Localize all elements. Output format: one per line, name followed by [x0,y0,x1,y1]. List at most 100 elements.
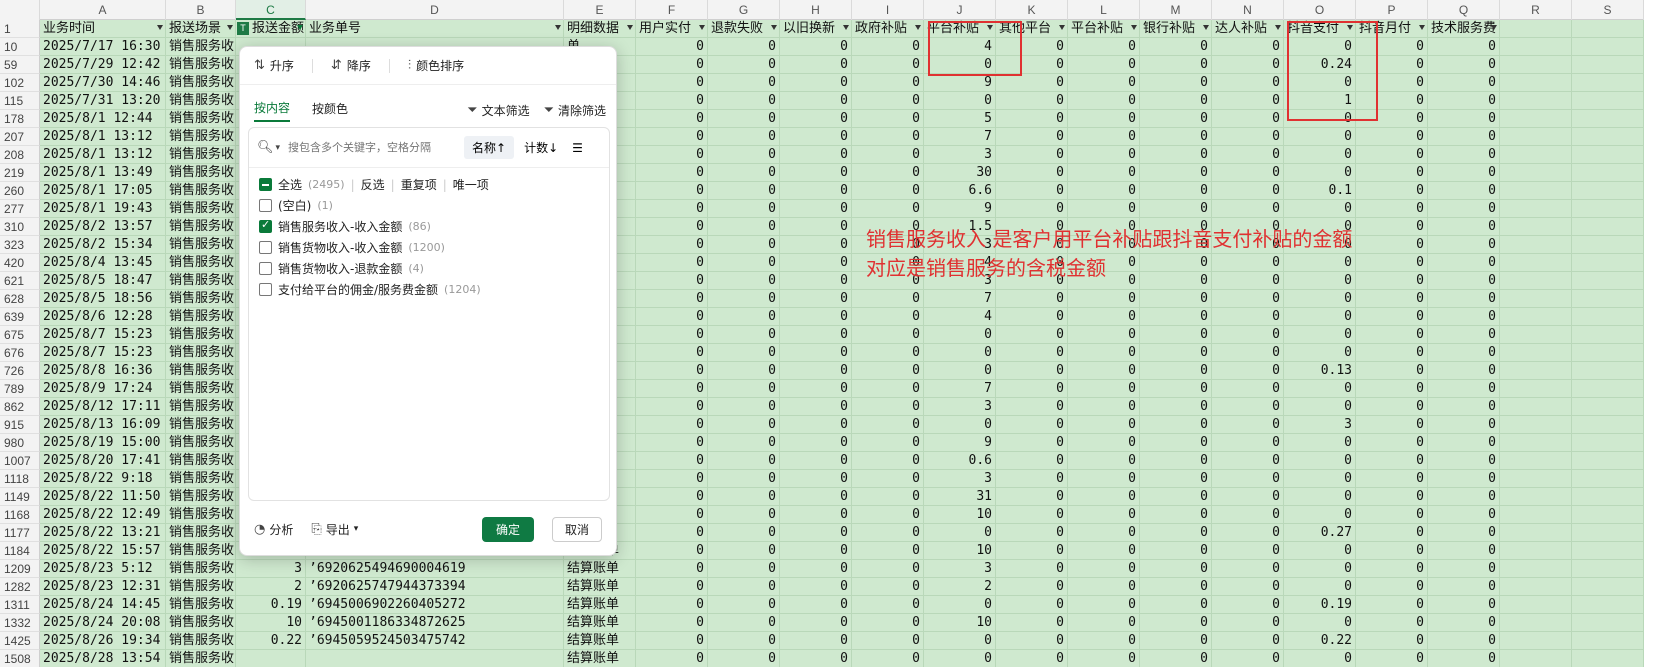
table-cell[interactable] [1572,614,1644,632]
table-cell[interactable]: 销售服务收 [166,128,236,146]
table-cell[interactable]: 结算账单 [564,596,636,614]
table-cell[interactable] [1500,596,1572,614]
table-cell[interactable]: 0 [852,596,924,614]
row-number[interactable]: 10 [0,38,40,56]
table-cell[interactable]: 0 [852,398,924,416]
table-cell[interactable]: 0 [636,452,708,470]
table-cell[interactable] [1572,362,1644,380]
sort-by-name-button[interactable]: 名称↑ [464,136,515,159]
table-cell[interactable]: 0 [996,182,1068,200]
table-cell[interactable]: 0 [1212,182,1284,200]
table-cell[interactable]: 0 [1428,650,1500,667]
table-cell[interactable]: 0 [996,524,1068,542]
table-cell[interactable]: 0 [708,578,780,596]
table-cell[interactable]: 0 [780,452,852,470]
duplicates-link[interactable]: 重复项 [401,176,437,193]
table-cell[interactable]: 0 [708,344,780,362]
table-cell[interactable]: 0 [708,632,780,650]
row-number[interactable]: 277 [0,200,40,218]
table-cell[interactable]: 0 [1428,380,1500,398]
table-cell[interactable]: 销售服务收 [166,182,236,200]
column-header-g[interactable]: G [708,0,780,20]
table-cell[interactable]: 3 [1284,416,1356,434]
row-number[interactable]: 1425 [0,632,40,650]
table-cell[interactable] [236,650,306,667]
table-cell[interactable]: 0 [1140,488,1212,506]
table-cell[interactable]: 0 [1284,542,1356,560]
table-cell[interactable]: 0 [1212,308,1284,326]
row-number[interactable]: 1149 [0,488,40,506]
table-cell[interactable]: 0 [1356,182,1428,200]
table-cell[interactable]: 销售服务收 [166,506,236,524]
search-input[interactable] [288,141,457,154]
table-cell[interactable]: 0 [1428,542,1500,560]
table-cell[interactable]: 0 [1068,650,1140,667]
table-cell[interactable]: 0 [1428,164,1500,182]
table-cell[interactable]: 0 [708,398,780,416]
table-cell[interactable]: 0 [1356,344,1428,362]
table-cell[interactable] [1572,92,1644,110]
table-cell[interactable]: 0 [1068,110,1140,128]
table-cell[interactable]: 0 [1068,416,1140,434]
table-cell[interactable]: 2025/7/30 14:46 [40,74,166,92]
table-cell[interactable] [1500,218,1572,236]
filter-dropdown-icon[interactable] [1275,25,1281,30]
table-cell[interactable]: 0 [708,128,780,146]
table-cell[interactable]: 0 [1428,524,1500,542]
table-cell[interactable]: 0 [708,56,780,74]
table-cell[interactable] [1500,38,1572,56]
invert-link[interactable]: 反选 [361,176,385,193]
table-cell[interactable] [1500,560,1572,578]
header-cell[interactable]: 以旧换新 [780,20,852,38]
table-cell[interactable]: 0 [1068,290,1140,308]
table-cell[interactable]: 0 [1428,74,1500,92]
table-cell[interactable]: 10 [924,614,996,632]
table-cell[interactable] [1572,380,1644,398]
table-cell[interactable]: 0 [1428,200,1500,218]
row-number[interactable]: 980 [0,434,40,452]
table-cell[interactable]: 2025/8/22 15:57 [40,542,166,560]
table-cell[interactable]: 0 [1428,470,1500,488]
sort-color-button[interactable]: ⫶ 颜色排序 [408,57,464,74]
table-cell[interactable]: 0 [924,92,996,110]
table-cell[interactable] [1500,236,1572,254]
table-cell[interactable] [1500,290,1572,308]
table-cell[interactable] [1500,434,1572,452]
table-cell[interactable]: 0 [996,38,1068,56]
table-cell[interactable]: 0 [780,524,852,542]
table-cell[interactable]: 0 [996,128,1068,146]
table-cell[interactable]: 0 [780,272,852,290]
table-cell[interactable]: 0.24 [1284,56,1356,74]
table-cell[interactable]: 销售服务收 [166,560,236,578]
table-cell[interactable]: 0 [636,434,708,452]
table-cell[interactable] [1500,416,1572,434]
table-cell[interactable]: 0 [708,74,780,92]
table-cell[interactable]: 2025/8/1 13:49 [40,164,166,182]
table-cell[interactable]: 0 [1212,164,1284,182]
table-cell[interactable]: 0 [708,452,780,470]
cancel-button[interactable]: 取消 [551,516,602,542]
filter-dropdown-icon[interactable] [1059,25,1065,30]
table-cell[interactable] [1572,416,1644,434]
table-cell[interactable]: 0 [1212,38,1284,56]
table-cell[interactable]: 4 [924,38,996,56]
table-cell[interactable]: 销售服务收 [166,146,236,164]
table-cell[interactable]: 0 [1068,506,1140,524]
table-cell[interactable]: 0 [1140,398,1212,416]
table-cell[interactable]: 0.22 [236,632,306,650]
table-cell[interactable]: 2025/8/4 13:45 [40,254,166,272]
table-cell[interactable]: 0 [1212,614,1284,632]
table-cell[interactable] [1500,128,1572,146]
table-cell[interactable]: 0 [1212,470,1284,488]
table-cell[interactable] [1500,326,1572,344]
table-cell[interactable]: 2025/8/28 13:54 [40,650,166,667]
table-cell[interactable]: 0 [1356,326,1428,344]
table-cell[interactable]: 0 [1356,110,1428,128]
filter-value-checkbox[interactable] [259,199,272,212]
header-cell[interactable]: 达人补贴 [1212,20,1284,38]
table-cell[interactable]: 0 [1356,254,1428,272]
table-cell[interactable]: 销售服务收 [166,416,236,434]
table-cell[interactable]: 0 [1284,506,1356,524]
table-cell[interactable]: 31 [924,488,996,506]
table-cell[interactable]: 0 [924,632,996,650]
